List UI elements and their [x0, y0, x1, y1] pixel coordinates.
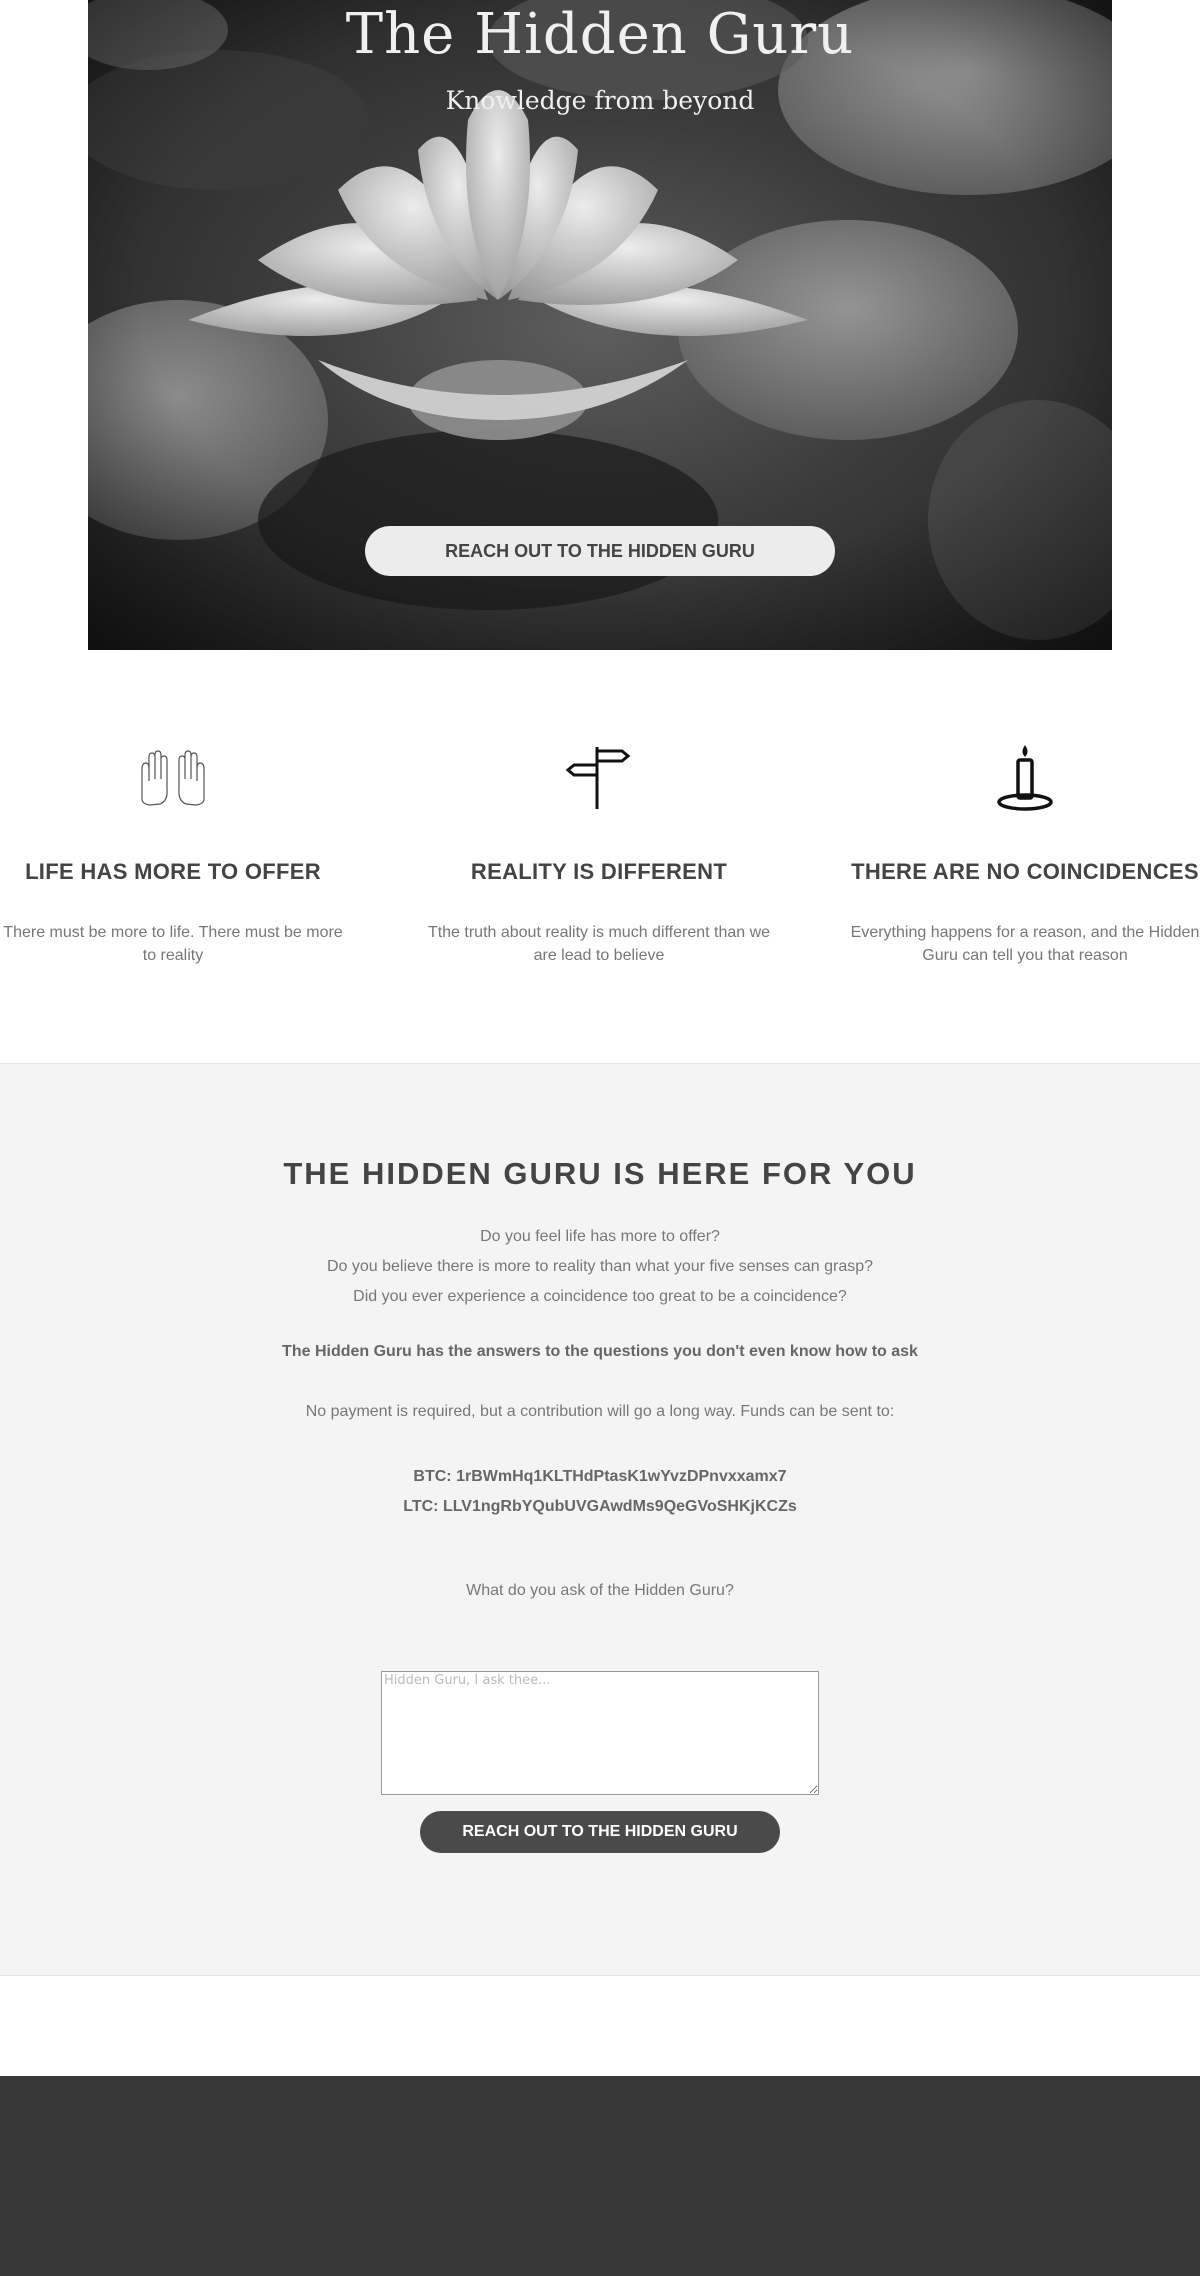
feature-text: There must be more to life. There must b…	[3, 924, 343, 964]
site-title: The Hidden Guru	[345, 2, 855, 67]
question-line: Do you believe there is more to reality …	[326, 1258, 874, 1275]
candle-icon	[845, 740, 1200, 815]
feature-title: REALITY IS DIFFERENT	[470, 859, 728, 884]
ask-label: What do you ask of the Hidden Guru?	[466, 1582, 734, 1599]
footer	[0, 2076, 1200, 2276]
question-line: Do you feel life has more to offer?	[480, 1228, 720, 1245]
feature-text: Everything happens for a reason, and the…	[850, 924, 1200, 964]
signpost-icon	[419, 740, 779, 815]
feature-life: LIFE HAS MORE TO OFFER There must be mor…	[0, 740, 353, 967]
feature-title: LIFE HAS MORE TO OFFER	[25, 859, 321, 884]
feature-text: Tthe truth about reality is much differe…	[427, 924, 771, 964]
section-heading: THE HIDDEN GURU IS HERE FOR YOU	[283, 1156, 917, 1191]
feature-title: THERE ARE NO COINCIDENCES	[851, 859, 1199, 884]
feature-reality: REALITY IS DIFFERENT Tthe truth about re…	[419, 740, 779, 967]
site-subtitle: Knowledge from beyond	[445, 86, 755, 115]
answers-statement: The Hidden Guru has the answers to the q…	[282, 1343, 918, 1360]
payment-note: No payment is required, but a contributi…	[305, 1403, 895, 1420]
question-list: Do you feel life has more to offer? Do y…	[0, 1222, 1200, 1312]
hero-section: The Hidden Guru Knowledge from beyond RE…	[88, 0, 1112, 650]
btc-address: BTC: 1rBWmHq1KLTHdPtasK1wYvzDPnvxxamx7	[413, 1468, 787, 1485]
praying-hands-icon	[0, 740, 353, 815]
question-textarea[interactable]	[381, 1671, 819, 1795]
ltc-address: LTC: LLV1ngRbYQubUVGAwdMs9QeGVoSHKjKCZs	[403, 1498, 797, 1515]
hero-reach-out-button[interactable]: REACH OUT TO THE HIDDEN GURU	[365, 526, 835, 576]
submit-reach-out-button[interactable]: REACH OUT TO THE HIDDEN GURU	[420, 1811, 780, 1853]
feature-coincidences: THERE ARE NO COINCIDENCES Everything hap…	[845, 740, 1200, 967]
question-line: Did you ever experience a coincidence to…	[353, 1288, 847, 1305]
crypto-addresses: BTC: 1rBWmHq1KLTHdPtasK1wYvzDPnvxxamx7 L…	[0, 1462, 1200, 1522]
contact-section: THE HIDDEN GURU IS HERE FOR YOU Do you f…	[0, 1063, 1200, 1976]
